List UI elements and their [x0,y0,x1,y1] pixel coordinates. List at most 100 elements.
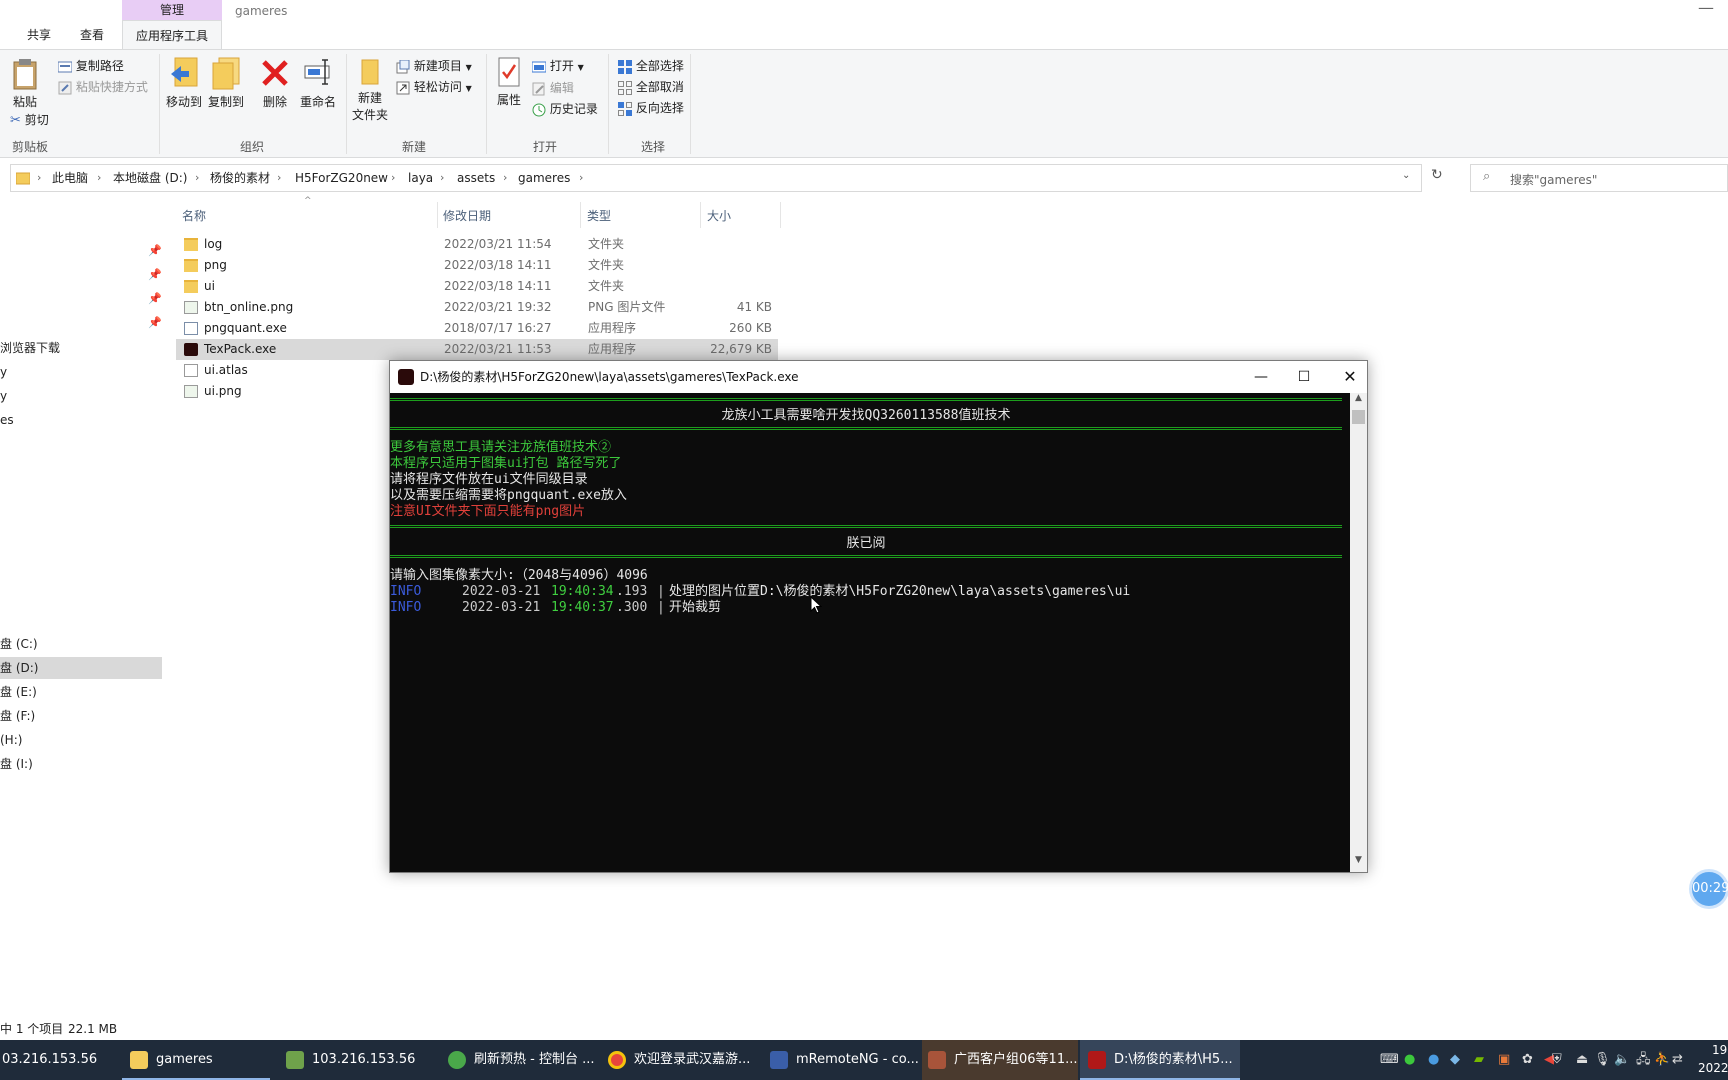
paste-shortcut-button[interactable]: 粘贴快捷方式 [58,77,148,97]
address-dropdown-icon[interactable]: ⌄ [1402,170,1410,181]
file-row-texpack-exe[interactable]: TexPack.exe 2022/03/21 11:53 应用程序 22,679… [176,339,778,360]
copy-to-button[interactable]: 复制到 [206,56,246,110]
taskbar-item-console[interactable]: 刷新预热 - 控制台 ... [442,1040,602,1080]
tab-app-tools[interactable]: 应用程序工具 [122,20,222,50]
invert-selection-button[interactable]: 反向选择 [618,98,684,118]
tab-view[interactable]: 查看 [80,22,104,48]
file-name: log [204,237,223,251]
history-button[interactable]: 历史记录 [532,99,598,119]
console-log-line: INFO 2022-03-21 19:40:37 .300 | 开始裁剪 [390,600,1342,616]
tab-share[interactable]: 共享 [27,22,51,48]
nav-item-browser-downloads[interactable]: 浏览器下载 [0,337,60,359]
nav-item-drive-i[interactable]: 盘 (I:) [0,753,33,775]
new-folder-button[interactable]: 新建 文件夹 [350,56,390,123]
console-divider-line [390,525,1342,528]
file-row-png[interactable]: png 2022/03/18 14:11 文件夹 [176,255,778,276]
nav-item-quick-access[interactable]: y [0,385,7,407]
column-header-name[interactable]: 名称 [182,206,206,226]
edit-button[interactable]: 编辑 [532,78,574,98]
cut-button[interactable]: ✂ 剪切 [10,110,49,130]
console-scrollbar[interactable]: ▲ ▼ [1350,393,1367,872]
search-input[interactable]: ⌕ 搜索"gameres" [1470,164,1728,192]
console-window[interactable]: D:\杨俊的素材\H5ForZG20new\laya\assets\gamere… [389,360,1368,873]
column-header-size[interactable]: 大小 [707,206,731,226]
tray-app-icon[interactable]: ◆ [1450,1040,1460,1080]
column-divider[interactable] [780,202,781,228]
file-row-log[interactable]: log 2022/03/21 11:54 文件夹 [176,234,778,255]
nav-item-drive-c[interactable]: 盘 (C:) [0,633,38,655]
open-button[interactable]: 打开 ▼ [532,56,584,76]
rename-button[interactable]: 重命名 [298,56,338,110]
select-none-icon [618,80,632,95]
nav-item-quick-access[interactable]: y [0,361,7,383]
paste-button[interactable]: 粘贴 [8,58,42,110]
console-title-bar[interactable]: D:\杨俊的素材\H5ForZG20new\laya\assets\gamere… [390,361,1367,393]
microphone-icon[interactable]: 🎙 [1594,1040,1611,1080]
taskbar-item-texpack[interactable]: D:\杨俊的素材\H5... [1080,1040,1240,1080]
taskbar-item-remote-desktop[interactable]: 103.216.153.56 [276,1040,436,1080]
console-maximize-button[interactable]: ☐ [1289,361,1319,393]
file-row-btn-online-png[interactable]: btn_online.png 2022/03/21 19:32 PNG 图片文件… [176,297,778,318]
nav-item-drive-f[interactable]: 盘 (F:) [0,705,35,727]
column-header-modified[interactable]: 修改日期 [443,206,491,226]
column-divider[interactable] [580,202,581,228]
new-item-label: 新建项目 [413,59,462,73]
tray-app-icon[interactable]: ▣ [1498,1040,1510,1080]
nav-item-drive-e[interactable]: 盘 (E:) [0,681,37,703]
tray-app-icon[interactable]: ✿ [1522,1040,1533,1080]
volume-icon[interactable]: 🔈 [1614,1040,1630,1080]
recording-timer[interactable]: 00:29 [1689,869,1728,909]
file-size: 41 KB [736,300,772,314]
move-to-button[interactable]: 移动到 [164,56,204,110]
refresh-icon[interactable]: ↻ [1431,167,1443,183]
taskbar-item-explorer[interactable]: gameres [122,1040,270,1080]
properties-button[interactable]: 属性 [494,56,524,108]
network-icon[interactable]: 🖧 [1636,1040,1651,1080]
scroll-up-icon[interactable]: ▲ [1352,393,1365,407]
easy-access-button[interactable]: 轻松访问 ▼ [396,77,472,97]
clock-date[interactable]: 2022 [1698,1060,1728,1076]
file-row-ui[interactable]: ui 2022/03/18 14:11 文件夹 [176,276,778,297]
select-all-button[interactable]: 全部选择 [618,56,684,76]
breadcrumb-gameres[interactable]: gameres [518,165,570,191]
shield-icon[interactable]: ⛨ [1552,1040,1562,1080]
console-close-button[interactable]: ✕ [1335,361,1365,393]
file-row-pngquant-exe[interactable]: pngquant.exe 2018/07/17 16:27 应用程序 260 K… [176,318,778,339]
console-minimize-button[interactable]: — [1246,361,1276,393]
column-divider[interactable] [437,202,438,228]
tray-app-icon[interactable]: ● [1428,1040,1439,1080]
taskbar-item-chrome[interactable]: 欢迎登录武汉嘉游... [604,1040,764,1080]
nav-item-drive-d[interactable]: 盘 (D:) [0,657,162,679]
nav-item-quick-access[interactable]: es [0,409,14,431]
minimize-button[interactable]: — [1698,0,1714,17]
tray-app-icon[interactable]: ⇄ [1672,1040,1683,1080]
taskbar-item-chat-group[interactable]: 广西客户组06等11... [922,1040,1078,1080]
clock-time[interactable]: 19 [1712,1042,1727,1058]
log-message: 开始裁剪 [669,600,722,615]
scroll-down-icon[interactable]: ▼ [1352,855,1365,869]
input-method-icon[interactable]: ⌨ [1380,1040,1399,1080]
copy-path-button[interactable]: 复制路径 [58,56,124,76]
usb-icon[interactable]: ⏏ [1576,1040,1588,1080]
context-tab-group-manage: 管理 [122,0,222,20]
taskbar-item-remote[interactable]: 03.216.153.56 [0,1040,122,1080]
tray-app-icon[interactable]: ⛹ [1654,1040,1670,1080]
breadcrumb-assets-folder[interactable]: 杨俊的素材 [210,165,270,191]
breadcrumb-assets[interactable]: assets [457,165,495,191]
nvidia-icon[interactable]: ▰ [1474,1040,1484,1080]
address-bar[interactable]: › 此电脑 › 本地磁盘 (D:) › 杨俊的素材 › H5ForZG20new… [10,164,1443,192]
select-none-button[interactable]: 全部取消 [618,77,684,97]
breadcrumb-drive-d[interactable]: 本地磁盘 (D:) [113,165,187,191]
new-item-button[interactable]: 新建项目 ▼ [396,56,472,76]
breadcrumb-this-pc[interactable]: 此电脑 [52,165,88,191]
wechat-icon[interactable]: ● [1404,1040,1415,1080]
column-header-type[interactable]: 类型 [587,206,611,226]
taskbar-item-mremoteng[interactable]: mRemoteNG - co... [766,1040,922,1080]
file-name: ui [204,279,215,293]
nav-item-drive-h[interactable]: (H:) [0,729,22,751]
breadcrumb-laya[interactable]: laya [408,165,433,191]
breadcrumb-project[interactable]: H5ForZG20new [295,165,388,191]
delete-button[interactable]: 删除 [258,56,292,110]
scrollbar-thumb[interactable] [1352,410,1365,424]
column-divider[interactable] [700,202,701,228]
